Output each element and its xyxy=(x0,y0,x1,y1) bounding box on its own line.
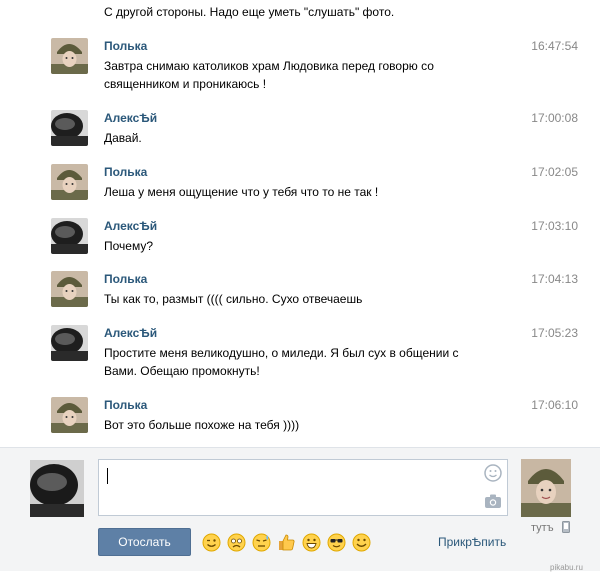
avatar-polka[interactable] xyxy=(51,397,88,433)
message-time: 17:00:08 xyxy=(531,111,578,125)
message-text-line: Ты как то, размыт (((( сильно. Сухо отве… xyxy=(104,292,363,306)
message-author[interactable]: АлексѢй xyxy=(104,219,157,233)
avatar-aleksey[interactable] xyxy=(51,218,88,254)
message-text: Леша у меня ощущение что у тебя что то н… xyxy=(104,183,484,201)
send-button[interactable]: Отослать xyxy=(98,528,191,556)
message-text: Вот это больше похоже на тебя )))) xyxy=(104,416,484,434)
message-text-line: Простите меня великодушно, о миледи. Я б… xyxy=(104,346,459,360)
message-author[interactable]: АлексѢй xyxy=(104,326,157,340)
message-author[interactable]: Полька xyxy=(104,272,147,286)
message-time: 16:47:54 xyxy=(531,39,578,53)
smile-emoji-icon[interactable] xyxy=(352,533,371,552)
message-text: Давай. xyxy=(104,129,484,147)
peer-avatar[interactable] xyxy=(521,459,571,517)
text-caret xyxy=(107,468,108,484)
message-text-line: Вами. Обещаю промокнуть! xyxy=(104,364,260,378)
message-text-line: Давай. xyxy=(104,131,142,145)
message-text: Ты как то, размыт (((( сильно. Сухо отве… xyxy=(104,290,484,308)
message-text-line: Леша у меня ощущение что у тебя что то н… xyxy=(104,185,379,199)
message-time: 17:05:23 xyxy=(531,326,578,340)
message-text: Завтра снимаю католиков храм Людовика пе… xyxy=(104,57,484,93)
avatar-polka[interactable] xyxy=(51,164,88,200)
message-author[interactable]: АлексѢй xyxy=(104,111,157,125)
camera-icon[interactable] xyxy=(484,493,502,509)
wink-emoji-icon[interactable] xyxy=(202,533,221,552)
avatar-polka[interactable] xyxy=(51,38,88,74)
attach-link[interactable]: ПрикрѢпить xyxy=(438,535,506,549)
mobile-phone-icon xyxy=(562,521,570,533)
crying-emoji-icon[interactable] xyxy=(227,533,246,552)
message-text: Простите меня великодушно, о миледи. Я б… xyxy=(104,344,484,380)
peer-online-status: тутъ xyxy=(531,522,554,534)
message-input[interactable] xyxy=(98,459,508,516)
avatar-aleksey[interactable] xyxy=(51,325,88,361)
message-time: 17:04:13 xyxy=(531,272,578,286)
message-thread: С другой стороны. Надо еще уметь "слушат… xyxy=(0,0,600,447)
message-text-line: Завтра снимаю католиков храм Людовика пе… xyxy=(104,59,434,73)
message-text: Почему? xyxy=(104,237,484,255)
message-time: 17:02:05 xyxy=(531,165,578,179)
message-author[interactable]: Полька xyxy=(104,39,147,53)
message-text-line: священником и проникаюсь ! xyxy=(104,77,267,91)
message-author[interactable]: Полька xyxy=(104,165,147,179)
my-avatar[interactable] xyxy=(30,460,84,517)
message-time: 17:03:10 xyxy=(531,219,578,233)
emoji-picker-icon[interactable] xyxy=(484,464,502,482)
avatar-polka[interactable] xyxy=(51,271,88,307)
sweat-emoji-icon[interactable] xyxy=(252,533,271,552)
thumbs-up-emoji-icon[interactable] xyxy=(277,533,296,552)
message-author[interactable]: Полька xyxy=(104,398,147,412)
message-text-line: Вот это больше похоже на тебя )))) xyxy=(104,418,300,432)
message-composer: Отослать ПрикрѢпить тутъ pikabu.ru xyxy=(0,447,600,572)
grin-emoji-icon[interactable] xyxy=(302,533,321,552)
message-time: 17:06:10 xyxy=(531,398,578,412)
message-text-line: Почему? xyxy=(104,239,154,253)
previous-message-text: С другой стороны. Надо еще уметь "слушат… xyxy=(104,5,395,19)
sunglasses-emoji-icon[interactable] xyxy=(327,533,346,552)
avatar-aleksey[interactable] xyxy=(51,110,88,146)
